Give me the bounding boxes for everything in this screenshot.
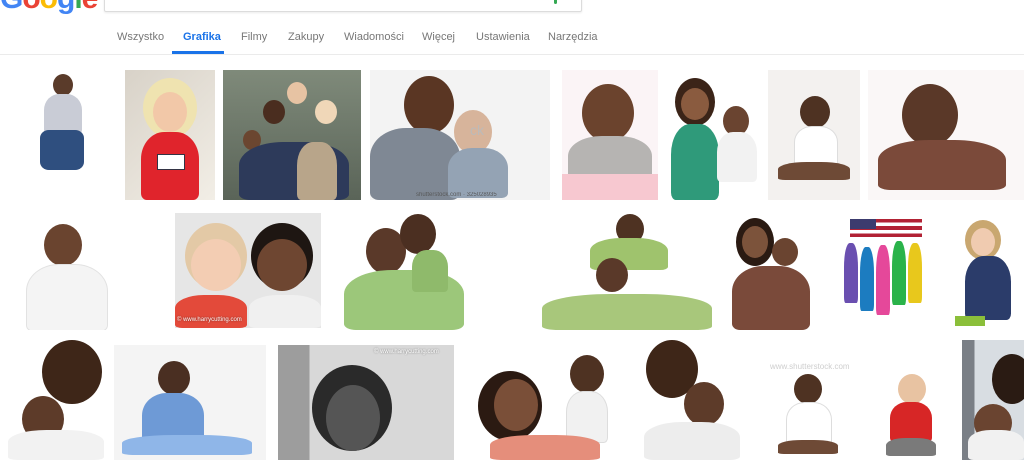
image-result[interactable] bbox=[644, 340, 740, 460]
logo-letter: g bbox=[57, 0, 75, 14]
image-result[interactable] bbox=[114, 345, 266, 460]
image-result[interactable] bbox=[20, 70, 106, 200]
watermark: © www.harrycutting.com bbox=[177, 317, 242, 323]
image-result[interactable] bbox=[562, 70, 658, 200]
tab-shopping[interactable]: Zakupy bbox=[288, 31, 324, 43]
watermark: shutterstock.com · 325028935 bbox=[416, 192, 497, 198]
tab-videos[interactable]: Filmy bbox=[241, 31, 267, 43]
image-result[interactable] bbox=[768, 70, 860, 200]
image-result[interactable]: ck shutterstock.com · 325028935 bbox=[370, 70, 550, 200]
watermark: www.shutterstock.com bbox=[770, 362, 850, 371]
image-result[interactable]: www.shutterstock.com bbox=[760, 350, 856, 460]
tab-images[interactable]: Grafika bbox=[183, 31, 221, 43]
image-result[interactable] bbox=[8, 340, 104, 460]
watermark: ck bbox=[470, 122, 484, 138]
top-bar: Google Wszystko Grafika Filmy Zakupy Wia… bbox=[0, 0, 1024, 55]
logo-letter: e bbox=[82, 0, 99, 14]
image-results-grid: ck shutterstock.com · 325028935 © www.ha… bbox=[0, 55, 1024, 460]
logo-letter: o bbox=[22, 0, 40, 14]
image-result[interactable] bbox=[470, 345, 636, 460]
image-result[interactable] bbox=[340, 210, 484, 330]
image-result[interactable] bbox=[955, 210, 1024, 330]
tab-settings[interactable]: Ustawienia bbox=[476, 31, 530, 43]
image-result[interactable] bbox=[20, 210, 108, 330]
image-result[interactable] bbox=[962, 340, 1024, 460]
search-input[interactable] bbox=[104, 0, 582, 12]
image-result[interactable]: © www.harrycutting.com bbox=[175, 213, 321, 328]
image-result[interactable] bbox=[665, 70, 759, 200]
watermark: © www.harrycutting.com bbox=[374, 349, 439, 355]
google-logo[interactable]: Google bbox=[0, 0, 99, 14]
image-result[interactable] bbox=[732, 210, 812, 330]
image-result[interactable] bbox=[870, 350, 956, 460]
active-tab-indicator bbox=[172, 51, 224, 54]
image-result[interactable] bbox=[868, 70, 1024, 200]
logo-letter: o bbox=[40, 0, 58, 14]
image-result[interactable] bbox=[532, 210, 722, 330]
image-result[interactable] bbox=[223, 70, 361, 200]
logo-letter: l bbox=[74, 0, 82, 14]
microphone-icon[interactable] bbox=[554, 0, 557, 4]
tab-more[interactable]: Więcej bbox=[422, 31, 455, 43]
image-result[interactable] bbox=[125, 70, 215, 200]
tab-all[interactable]: Wszystko bbox=[117, 31, 164, 43]
tab-news[interactable]: Wiadomości bbox=[344, 31, 404, 43]
image-result[interactable] bbox=[838, 217, 934, 327]
tab-tools[interactable]: Narzędzia bbox=[548, 31, 598, 43]
logo-letter: G bbox=[0, 0, 23, 14]
image-result[interactable]: © www.harrycutting.com bbox=[278, 345, 454, 460]
